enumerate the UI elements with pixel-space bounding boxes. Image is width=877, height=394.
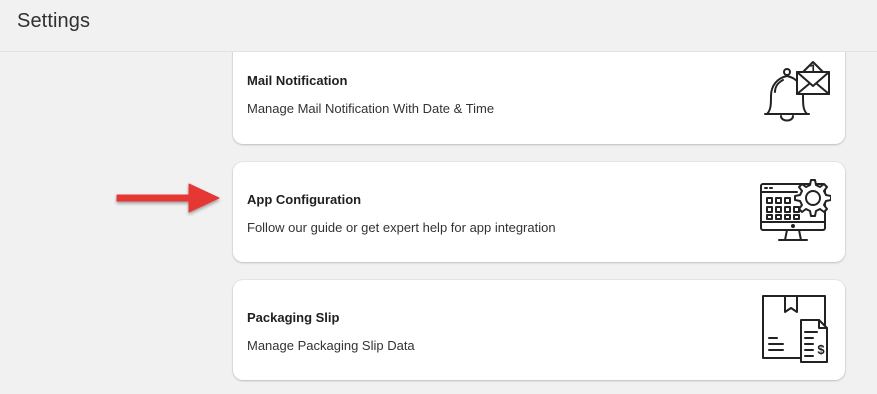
app-configuration-description: Follow our guide or get expert help for …	[247, 220, 556, 235]
mail-notification-description: Manage Mail Notification With Date & Tim…	[247, 101, 495, 116]
bell-mail-icon: 1	[764, 61, 830, 122]
page-title: Settings	[17, 10, 91, 32]
page-header: Settings	[0, 0, 877, 52]
packaging-slip-card[interactable]: Packaging Slip Manage Packaging Slip Dat…	[233, 280, 845, 380]
packaging-slip-description: Manage Packaging Slip Data	[247, 338, 415, 353]
app-configuration-card[interactable]: App Configuration Follow our guide or ge…	[233, 162, 845, 262]
red-arrow-icon	[116, 183, 220, 213]
mail-notification-card[interactable]: Mail Notification Manage Mail Notificati…	[233, 38, 845, 144]
dollar-symbol: $	[817, 342, 825, 357]
app-configuration-title: App Configuration	[247, 192, 362, 207]
monitor-gear-icon	[760, 179, 831, 241]
package-invoice-icon: $	[762, 295, 828, 363]
packaging-slip-title: Packaging Slip	[247, 310, 340, 325]
mail-badge-number: 1	[810, 62, 817, 76]
mail-notification-title: Mail Notification	[247, 73, 348, 88]
